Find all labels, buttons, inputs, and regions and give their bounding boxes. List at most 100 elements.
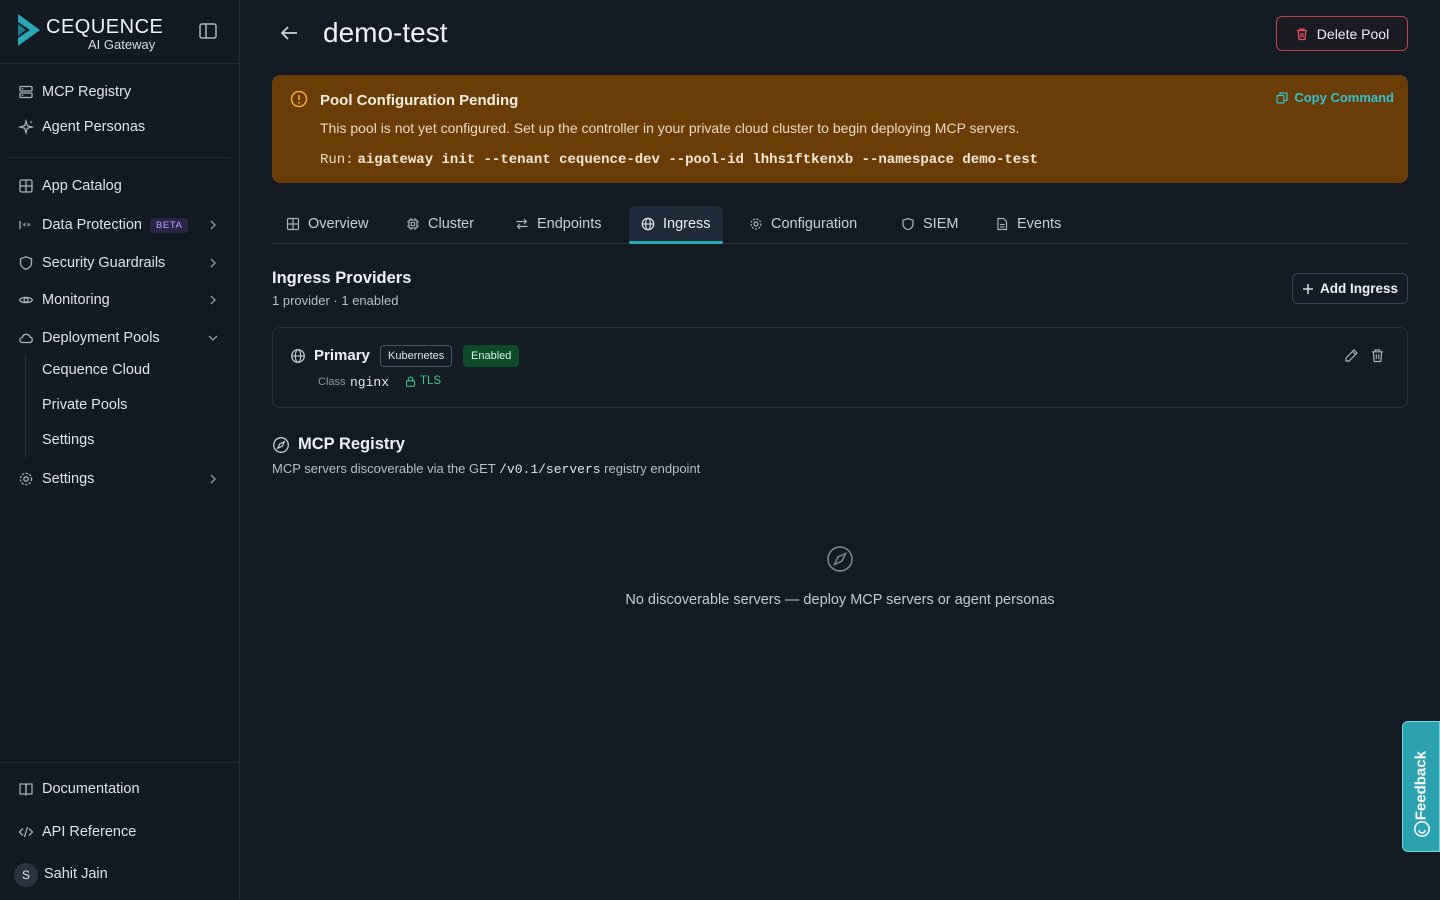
- sidebar-item-security-guardrails[interactable]: Security Guardrails: [8, 247, 232, 279]
- delete-pool-button[interactable]: Delete Pool: [1276, 16, 1408, 51]
- status-badge: Enabled: [463, 345, 520, 367]
- warning-circle-icon: [290, 90, 308, 108]
- code-icon: [18, 824, 34, 840]
- grid-icon: [286, 217, 300, 231]
- trash-icon: [1296, 27, 1307, 40]
- sidebar-subitem-cequence-cloud[interactable]: Cequence Cloud: [42, 362, 150, 378]
- sidebar-item-api-reference[interactable]: API Reference: [8, 816, 232, 848]
- sidebar-item-settings[interactable]: Settings: [8, 463, 232, 495]
- add-ingress-button[interactable]: Add Ingress: [1292, 273, 1408, 304]
- copy-command-button[interactable]: Copy Command: [1276, 90, 1394, 105]
- pending-config-banner: Pool Configuration Pending This pool is …: [272, 75, 1408, 183]
- shield-icon: [18, 255, 34, 271]
- cloud-icon: [18, 330, 34, 346]
- tab-label: Events: [1017, 216, 1062, 232]
- brand-name: CEQUENCE: [46, 16, 164, 38]
- sidebar-item-label: Deployment Pools: [42, 330, 160, 346]
- sidebar-item-label: Agent Personas: [42, 119, 146, 135]
- sidebar-subitem-settings[interactable]: Settings: [42, 432, 94, 448]
- provider-name: Primary: [314, 347, 370, 364]
- cequence-logo-icon: [18, 14, 40, 46]
- edit-pencil-icon[interactable]: [1344, 348, 1359, 363]
- server-icon: [18, 84, 34, 100]
- feedback-button[interactable]: Feedback: [1402, 721, 1440, 852]
- tab-siem[interactable]: SIEM: [889, 206, 970, 242]
- tab-label: SIEM: [923, 216, 959, 232]
- tab-label: Configuration: [771, 216, 858, 232]
- registry-desc-prefix: MCP servers discoverable via the GET: [272, 461, 496, 476]
- tab-endpoints[interactable]: Endpoints: [503, 206, 614, 242]
- run-label: Run:: [320, 152, 354, 168]
- globe-icon: [641, 217, 655, 231]
- brand-subtitle: AI Gateway: [88, 37, 156, 52]
- banner-title: Pool Configuration Pending: [320, 92, 519, 109]
- svg-text:**: **: [22, 222, 32, 232]
- provider-class-label: Class: [318, 376, 346, 388]
- sidebar-divider: [8, 157, 231, 158]
- tab-label: Ingress: [663, 216, 711, 232]
- tab-configuration[interactable]: Configuration: [737, 206, 869, 242]
- add-ingress-label: Add Ingress: [1319, 281, 1398, 296]
- ingress-provider-card: Primary Kubernetes Enabled Class nginx T…: [272, 327, 1408, 408]
- banner-run-line[interactable]: Run: aigateway init --tenant cequence-de…: [320, 150, 1038, 168]
- sidebar-item-documentation[interactable]: Documentation: [8, 773, 232, 805]
- brand[interactable]: CEQUENCE AI Gateway: [16, 14, 216, 54]
- compass-icon: [273, 437, 289, 453]
- chevron-right-icon: [210, 258, 216, 268]
- beta-badge: BETA: [149, 217, 189, 233]
- page-title: demo-test: [323, 17, 448, 48]
- empty-state-message: No discoverable servers — deploy MCP ser…: [625, 592, 1055, 608]
- chevron-down-icon: [208, 335, 218, 341]
- registry-description: MCP servers discoverable via the GET /v0…: [272, 461, 700, 477]
- sidebar-item-label: API Reference: [42, 824, 137, 840]
- trash-icon[interactable]: [1370, 348, 1385, 363]
- tls-indicator: TLS: [405, 375, 441, 387]
- init-command[interactable]: aigateway init --tenant cequence-dev --p…: [358, 152, 1039, 168]
- sidebar-collapse-icon[interactable]: [198, 22, 218, 40]
- sidebar-item-label: Settings: [42, 471, 95, 487]
- avatar[interactable]: S: [14, 863, 38, 887]
- sidebar-item-label: Documentation: [42, 781, 140, 797]
- sidebar-divider: [0, 63, 239, 64]
- provider-type-badge: Kubernetes: [380, 345, 453, 367]
- delete-pool-label: Delete Pool: [1316, 25, 1390, 42]
- grid-icon: [18, 178, 34, 194]
- eye-icon: [18, 292, 34, 308]
- feedback-label: Feedback: [1412, 750, 1430, 820]
- user-name[interactable]: Sahit Jain: [44, 866, 108, 882]
- sidebar-divider: [0, 762, 239, 763]
- tab-events[interactable]: Events: [983, 206, 1073, 242]
- chevron-right-icon: [210, 474, 216, 484]
- banner-description: This pool is not yet configured. Set up …: [320, 120, 1020, 136]
- tab-label: Cluster: [428, 216, 474, 232]
- pool-tabs: Overview Cluster Endpoints Ingress Confi…: [272, 206, 1408, 244]
- copy-command-label: Copy Command: [1294, 90, 1394, 105]
- tab-label: Endpoints: [537, 216, 602, 232]
- sidebar-item-label: Security Guardrails: [42, 255, 166, 271]
- tab-cluster[interactable]: Cluster: [394, 206, 486, 242]
- sidebar-item-mcp-registry[interactable]: MCP Registry: [8, 76, 232, 108]
- sidebar: CEQUENCE AI Gateway MCP Registry Agent P…: [0, 0, 240, 900]
- ingress-section-title: Ingress Providers: [272, 269, 412, 287]
- registry-section-title: MCP Registry: [298, 435, 405, 453]
- sidebar-item-label: Data Protection: [42, 217, 142, 233]
- sidebar-subitem-private-pools[interactable]: Private Pools: [42, 397, 127, 413]
- sidebar-item-label: App Catalog: [42, 178, 122, 194]
- sidebar-item-app-catalog[interactable]: App Catalog: [8, 170, 232, 202]
- subnav-guide-line: [25, 355, 26, 458]
- sidebar-item-agent-personas[interactable]: Agent Personas: [8, 111, 232, 143]
- registry-desc-suffix: registry endpoint: [604, 461, 701, 476]
- sidebar-item-data-protection[interactable]: ** Data Protection BETA: [8, 209, 232, 241]
- chevron-right-icon: [210, 220, 216, 230]
- sidebar-item-deployment-pools[interactable]: Deployment Pools: [8, 322, 232, 354]
- back-arrow-icon[interactable]: [278, 22, 300, 44]
- tls-label: TLS: [420, 375, 442, 387]
- tab-ingress[interactable]: Ingress: [629, 206, 723, 244]
- sidebar-item-monitoring[interactable]: Monitoring: [8, 284, 232, 316]
- feedback-chat-icon: [1414, 821, 1430, 837]
- sidebar-item-label: Monitoring: [42, 292, 110, 308]
- asterisk-icon: **: [18, 217, 34, 233]
- arrows-icon: [516, 218, 528, 230]
- lock-icon: [405, 376, 416, 387]
- tab-overview[interactable]: Overview: [274, 206, 380, 242]
